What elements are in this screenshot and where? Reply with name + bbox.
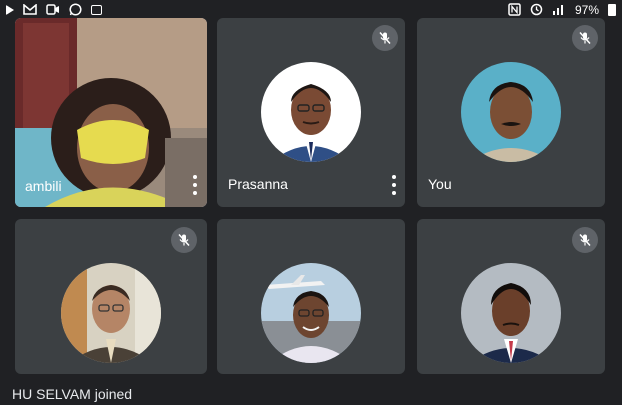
participant-name: ambili (25, 178, 62, 194)
dot-icon (392, 183, 396, 187)
avatar (61, 263, 161, 363)
participant-tile[interactable] (417, 219, 605, 374)
more-options-button[interactable] (190, 175, 200, 195)
mic-off-icon (372, 25, 398, 51)
dot-icon (193, 175, 197, 179)
gmail-icon (23, 2, 37, 17)
meet-screen: 97% ambili Prasanna You HU SELVAM joined (0, 0, 622, 405)
whatsapp-icon (69, 2, 82, 18)
more-options-button[interactable] (389, 175, 399, 195)
avatar (261, 62, 361, 162)
dot-icon (193, 191, 197, 195)
participant-tile-you[interactable]: You (417, 18, 605, 207)
participant-tile[interactable] (217, 219, 405, 374)
dot-icon (392, 191, 396, 195)
avatar (261, 263, 361, 363)
status-bar: 97% (0, 0, 622, 20)
avatar (461, 62, 561, 162)
status-left (6, 2, 102, 18)
play-icon (6, 5, 14, 15)
gallery-icon (91, 5, 102, 15)
participant-tile[interactable] (15, 219, 207, 374)
battery-icon (608, 4, 616, 16)
dot-icon (392, 175, 396, 179)
signal-icon (552, 3, 566, 17)
avatar (461, 263, 561, 363)
participant-tile-ambili[interactable]: ambili (15, 18, 207, 207)
mic-off-icon (572, 25, 598, 51)
participant-tile-prasanna[interactable]: Prasanna (217, 18, 405, 207)
video-icon (46, 3, 60, 17)
battery-percent: 97% (574, 3, 599, 17)
alarm-icon (530, 3, 543, 18)
mic-off-icon (171, 227, 197, 253)
join-notification: HU SELVAM joined (12, 386, 133, 402)
participant-name: You (428, 176, 452, 192)
status-right: 97% (508, 2, 616, 18)
nfc-icon (508, 2, 521, 18)
dot-icon (193, 183, 197, 187)
mic-off-icon (572, 227, 598, 253)
participant-name: Prasanna (228, 176, 288, 192)
